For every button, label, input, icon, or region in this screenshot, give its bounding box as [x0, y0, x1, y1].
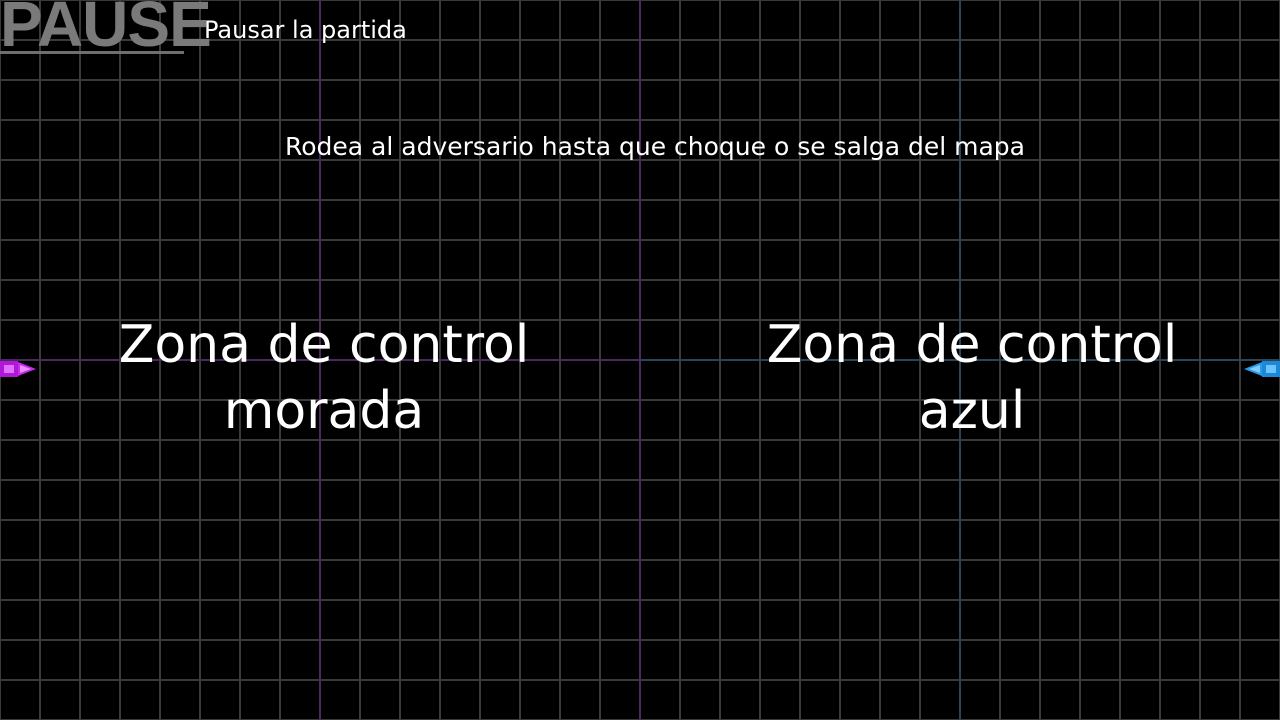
game-board: PAUSE Pausar la partida Rodea al adversa…: [0, 0, 1280, 720]
pause-logo: PAUSE: [0, 0, 212, 60]
blue-player-ship-icon: [1244, 361, 1280, 377]
pause-underline: [0, 51, 184, 54]
purple-control-zone-label: Zona de control morada: [118, 315, 530, 441]
instruction-text: Rodea al adversario hasta que choque o s…: [285, 132, 1025, 161]
purple-player-ship-icon: [0, 361, 36, 377]
pause-label: Pausar la partida: [204, 16, 407, 44]
blue-control-zone-label: Zona de control azul: [766, 315, 1178, 441]
pause-button[interactable]: PAUSE: [0, 0, 212, 56]
